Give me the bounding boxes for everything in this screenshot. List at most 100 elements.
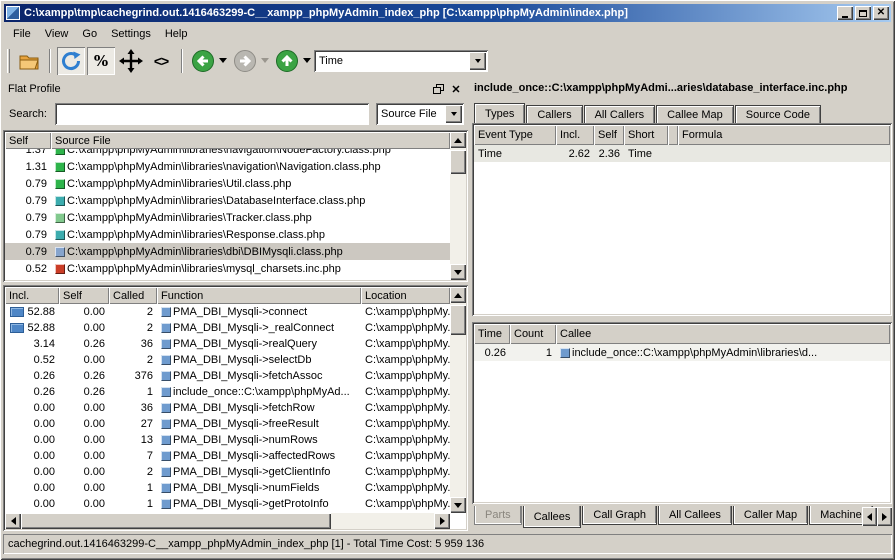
scrollbar-track[interactable] bbox=[331, 513, 434, 529]
source-file-row[interactable]: 0.79C:\xampp\phpMyAdmin\libraries\Databa… bbox=[5, 192, 450, 209]
tab-source-code[interactable]: Source Code bbox=[735, 105, 821, 123]
menu-help[interactable]: Help bbox=[158, 25, 195, 43]
event-column-header[interactable]: Event Type bbox=[474, 125, 556, 145]
combobox-dropdown-button[interactable] bbox=[445, 105, 462, 123]
callee-column-header[interactable]: Count bbox=[510, 324, 556, 344]
callee-row[interactable]: 0.261include_once::C:\xampp\phpMyAdmin\l… bbox=[474, 344, 890, 361]
tab-types[interactable]: Types bbox=[474, 103, 525, 123]
function-table-hscrollbar[interactable] bbox=[5, 513, 450, 529]
event-column-header[interactable]: Short bbox=[624, 125, 668, 145]
scroll-down-button[interactable] bbox=[450, 264, 466, 280]
menu-view[interactable]: View bbox=[38, 25, 76, 43]
close-button[interactable]: ✕ bbox=[873, 6, 889, 20]
cycle-detection-button[interactable] bbox=[57, 47, 85, 75]
search-input[interactable] bbox=[55, 103, 369, 125]
function-column-header[interactable]: Function bbox=[157, 287, 361, 304]
source-file-cell: C:\xampp\phpMyAdmin\libraries\mysql_char… bbox=[51, 263, 450, 275]
forward-button[interactable] bbox=[231, 47, 259, 75]
up-dropdown[interactable] bbox=[302, 47, 311, 75]
function-column-header[interactable]: Self bbox=[59, 287, 109, 304]
menu-go[interactable]: Go bbox=[75, 25, 104, 43]
function-column-header[interactable]: Called bbox=[109, 287, 157, 304]
function-row[interactable]: 0.000.0036PMA_DBI_Mysqli->fetchRowC:\xam… bbox=[5, 400, 450, 416]
grouping-combobox[interactable]: Source File bbox=[376, 103, 464, 125]
menu-settings[interactable]: Settings bbox=[104, 25, 158, 43]
source-file-row[interactable]: 1.31C:\xampp\phpMyAdmin\libraries\naviga… bbox=[5, 158, 450, 175]
expand-areas-button[interactable] bbox=[117, 47, 145, 75]
function-row[interactable]: 52.880.002PMA_DBI_Mysqli->connectC:\xamp… bbox=[5, 304, 450, 320]
function-name-cell: include_once::C:\xampp\phpMyAd... bbox=[157, 386, 361, 398]
scroll-up-button[interactable] bbox=[450, 287, 466, 303]
toolbar-handle[interactable] bbox=[7, 49, 10, 73]
source-file-row[interactable]: 0.79C:\xampp\phpMyAdmin\libraries\Tracke… bbox=[5, 209, 450, 226]
function-row[interactable]: 0.000.0013PMA_DBI_Mysqli->numRowsC:\xamp… bbox=[5, 432, 450, 448]
up-button[interactable] bbox=[273, 47, 301, 75]
tab-callees[interactable]: Callees bbox=[523, 506, 582, 528]
back-button[interactable] bbox=[189, 47, 217, 75]
source-file-row[interactable]: 1.37C:\xampp\phpMyAdmin\libraries\naviga… bbox=[5, 149, 450, 158]
event-column-header[interactable] bbox=[668, 125, 678, 145]
source-file-row[interactable]: 0.52C:\xampp\phpMyAdmin\libraries\user_p… bbox=[5, 277, 450, 280]
open-file-button[interactable] bbox=[15, 47, 43, 75]
function-row[interactable]: 0.000.002PMA_DBI_Mysqli->getClientInfoC:… bbox=[5, 464, 450, 480]
tab-call-graph[interactable]: Call Graph bbox=[582, 506, 657, 525]
minimize-button[interactable] bbox=[837, 6, 853, 20]
incl-cell: 2.62 bbox=[556, 148, 594, 160]
event-column-header[interactable]: Self bbox=[594, 125, 624, 145]
tab-scroll-right-button[interactable] bbox=[877, 507, 892, 526]
callee-column-header[interactable]: Callee bbox=[556, 324, 890, 344]
function-row[interactable]: 0.000.0027PMA_DBI_Mysqli->freeResultC:\x… bbox=[5, 416, 450, 432]
source-column-header[interactable]: Self bbox=[5, 132, 51, 149]
scroll-down-button[interactable] bbox=[450, 497, 466, 513]
function-row[interactable]: 0.520.002PMA_DBI_Mysqli->selectDbC:\xamp… bbox=[5, 352, 450, 368]
function-row[interactable]: 0.260.26376PMA_DBI_Mysqli->fetchAssocC:\… bbox=[5, 368, 450, 384]
combobox-dropdown-button[interactable] bbox=[469, 52, 486, 70]
event-column-header[interactable]: Formula bbox=[678, 125, 890, 145]
function-row[interactable]: 0.000.007PMA_DBI_Mysqli->affectedRowsC:\… bbox=[5, 448, 450, 464]
function-table-vscrollbar[interactable] bbox=[450, 287, 466, 513]
forward-dropdown[interactable] bbox=[260, 47, 269, 75]
dock-close-button[interactable]: ✕ bbox=[450, 83, 462, 95]
source-file-row[interactable]: 0.79C:\xampp\phpMyAdmin\libraries\Respon… bbox=[5, 226, 450, 243]
tab-caller-map[interactable]: Caller Map bbox=[733, 506, 808, 525]
tab-callers[interactable]: Callers bbox=[526, 105, 582, 123]
source-file-row[interactable]: 0.79C:\xampp\phpMyAdmin\libraries\dbi\DB… bbox=[5, 243, 450, 260]
function-row[interactable]: 52.880.002PMA_DBI_Mysqli->_realConnectC:… bbox=[5, 320, 450, 336]
event-column-header[interactable]: Incl. bbox=[556, 125, 594, 145]
event-type-row[interactable]: Time2.622.36Time bbox=[474, 145, 890, 162]
source-file-row[interactable]: 0.52C:\xampp\phpMyAdmin\libraries\mysql_… bbox=[5, 260, 450, 277]
source-list-vscrollbar[interactable] bbox=[450, 132, 466, 280]
tab-scroll-left-button[interactable] bbox=[862, 507, 877, 526]
source-file-row[interactable]: 0.79C:\xampp\phpMyAdmin\libraries\Util.c… bbox=[5, 175, 450, 192]
scroll-up-button[interactable] bbox=[450, 132, 466, 148]
relative-cost-button[interactable]: <> bbox=[147, 47, 175, 75]
event-type-combobox[interactable]: Time bbox=[314, 50, 488, 72]
function-column-header[interactable]: Incl. bbox=[5, 287, 59, 304]
self-cost-cell: 0.00 bbox=[59, 450, 109, 462]
function-row[interactable]: 0.260.261include_once::C:\xampp\phpMyAd.… bbox=[5, 384, 450, 400]
tab-all-callers[interactable]: All Callers bbox=[584, 105, 656, 123]
menu-file[interactable]: File bbox=[6, 25, 38, 43]
flat-profile-dock-titlebar[interactable]: Flat Profile ✕ bbox=[3, 80, 468, 98]
function-row[interactable]: 0.000.001PMA_DBI_Mysqli->getProtoInfoC:\… bbox=[5, 496, 450, 512]
scroll-left-button[interactable] bbox=[5, 513, 21, 529]
maximize-button[interactable] bbox=[855, 6, 871, 20]
scroll-right-button[interactable] bbox=[434, 513, 450, 529]
percent-toggle-button[interactable]: % bbox=[87, 47, 115, 75]
function-column-header[interactable]: Location bbox=[361, 287, 450, 304]
function-row[interactable]: 3.140.2636PMA_DBI_Mysqli->realQueryC:\xa… bbox=[5, 336, 450, 352]
function-name: PMA_DBI_Mysqli->fetchAssoc bbox=[173, 370, 322, 382]
cost-color-square bbox=[161, 387, 171, 397]
scrollbar-thumb[interactable] bbox=[21, 513, 331, 529]
function-row[interactable]: 0.000.001PMA_DBI_Mysqli->numFieldsC:\xam… bbox=[5, 480, 450, 496]
source-column-header[interactable]: Source File bbox=[51, 132, 450, 149]
callee-column-header[interactable]: Time bbox=[474, 324, 510, 344]
title-bar[interactable]: C:\xampp\tmp\cachegrind.out.1416463299-C… bbox=[4, 4, 891, 22]
tab-all-callees[interactable]: All Callees bbox=[658, 506, 732, 525]
scrollbar-thumb[interactable] bbox=[450, 150, 466, 174]
scrollbar-thumb[interactable] bbox=[450, 305, 466, 335]
self-cost-cell: 0.00 bbox=[59, 418, 109, 430]
tab-callee-map[interactable]: Callee Map bbox=[656, 105, 734, 123]
back-dropdown[interactable] bbox=[218, 47, 227, 75]
dock-float-button[interactable] bbox=[432, 83, 444, 95]
